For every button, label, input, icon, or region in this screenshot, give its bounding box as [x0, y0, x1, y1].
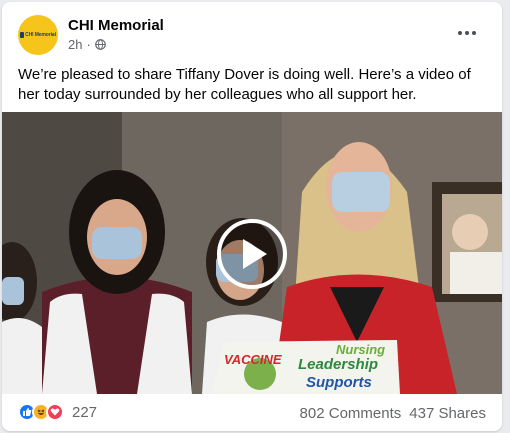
reactions-summary[interactable]: 227: [18, 403, 97, 421]
post-text: We’re pleased to share Tiffany Dover is …: [18, 66, 471, 103]
sign-nursing-text: Nursing: [336, 342, 386, 357]
love-icon: [46, 403, 64, 421]
play-icon: [243, 239, 267, 269]
more-options-button[interactable]: [452, 20, 482, 46]
more-options-dot: [465, 31, 469, 35]
shares-count-link[interactable]: 437 Shares: [409, 405, 486, 422]
post-meta: 2h ·: [68, 37, 106, 52]
avatar-logo-text: CHI Memorial: [25, 32, 56, 38]
sign-supports-text: Supports: [306, 374, 372, 391]
page-avatar[interactable]: CHI Memorial: [18, 15, 58, 55]
post-header: CHI Memorial CHI Memorial 2h ·: [18, 14, 490, 56]
meta-separator: ·: [86, 37, 91, 52]
post-card: CHI Memorial CHI Memorial 2h · We’re ple…: [2, 2, 502, 431]
globe-icon[interactable]: [94, 39, 106, 50]
post-footer: 227 802 Comments 437 Shares: [18, 397, 486, 427]
play-button[interactable]: [217, 219, 287, 289]
page-name-link[interactable]: CHI Memorial: [68, 17, 164, 34]
post-timestamp[interactable]: 2h: [68, 37, 82, 52]
video-player[interactable]: VACCINE Nursing Leadership Supports: [2, 112, 502, 394]
comments-count-link[interactable]: 802 Comments: [300, 405, 402, 422]
sign-leadership-text: Leadership: [298, 356, 379, 373]
logo-mark-icon: [20, 32, 25, 38]
sign-vaccine-text: VACCINE: [224, 352, 282, 367]
more-options-icon: [458, 31, 462, 35]
post-stats: 802 Comments 437 Shares: [300, 405, 486, 422]
more-options-dot: [472, 31, 476, 35]
reaction-count[interactable]: 227: [72, 404, 97, 421]
